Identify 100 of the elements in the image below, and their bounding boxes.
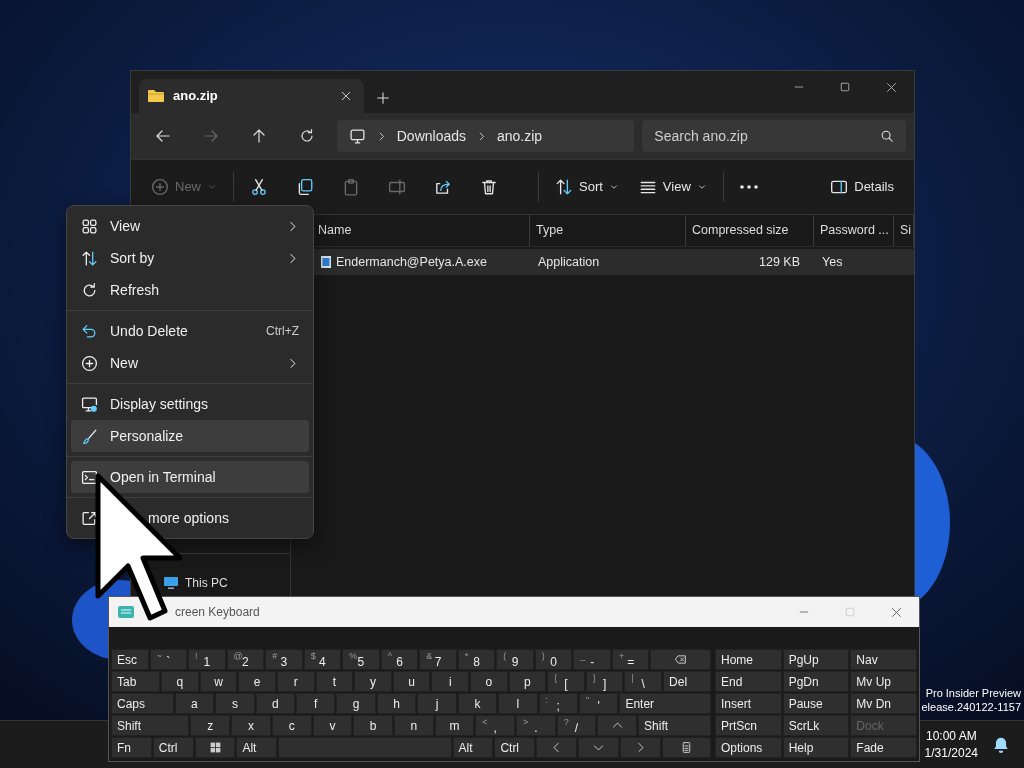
keyboard-key[interactable]: Help	[782, 737, 850, 758]
menu-item[interactable]: more options	[71, 502, 309, 534]
keyboard-key[interactable]: Del	[663, 671, 711, 692]
keyboard-key[interactable]: Options	[715, 737, 782, 758]
keyboard-key[interactable]: f	[296, 693, 336, 714]
keyboard-key[interactable]: m	[434, 715, 475, 736]
keyboard-key[interactable]: < ,	[475, 715, 515, 736]
keyboard-key[interactable]: PgUp	[782, 649, 850, 670]
keyboard-key[interactable]: ~ `	[149, 649, 188, 670]
keyboard-key[interactable]: + =	[611, 649, 650, 670]
keyboard-key[interactable]: t	[315, 671, 354, 692]
keyboard-key[interactable]: j	[417, 693, 457, 714]
keyboard-key[interactable]: c	[271, 715, 312, 736]
keyboard-key[interactable]: Esc	[111, 649, 149, 670]
folder-tab[interactable]: ano.zip	[139, 79, 364, 113]
keyboard-key[interactable]: ^ 6	[380, 649, 419, 670]
keyboard-key[interactable]: z	[190, 715, 231, 736]
keyboard-key[interactable]: Home	[715, 649, 782, 670]
keyboard-key[interactable]: l	[498, 693, 538, 714]
keyboard-key[interactable]: Insert	[715, 693, 782, 714]
keyboard-key[interactable]: Fn	[111, 737, 152, 758]
keyboard-key[interactable]: Caps	[111, 693, 174, 714]
keyboard-key[interactable]: i	[431, 671, 469, 692]
keyboard-key[interactable]: Shift	[111, 715, 190, 736]
menu-key[interactable]	[661, 737, 712, 758]
menu-item[interactable]: Open in Terminal	[71, 461, 309, 493]
keyboard-key[interactable]: # 3	[265, 649, 303, 670]
keyboard-key[interactable]: " '	[578, 693, 619, 714]
keyboard-key[interactable]: } ]	[585, 671, 624, 692]
keyboard-key[interactable]: Tab	[111, 671, 161, 692]
menu-item[interactable]: Refresh	[71, 274, 309, 306]
sidebar-item[interactable]: This PC	[185, 574, 228, 592]
keyboard-key[interactable]: a	[174, 693, 215, 714]
keyboard-key[interactable]: | \	[624, 671, 663, 692]
column-header[interactable]: Type	[530, 215, 686, 246]
breadcrumb-item[interactable]: ano.zip	[497, 125, 543, 147]
keyboard-key[interactable]: %5	[342, 649, 380, 670]
keyboard-key[interactable]: o	[470, 671, 508, 692]
keyboard-key[interactable]: PrtScn	[715, 715, 782, 736]
keyboard-key[interactable]: d	[255, 693, 295, 714]
keyboard-key[interactable]: Nav	[850, 649, 917, 670]
breadcrumb-item[interactable]: Downloads	[396, 125, 466, 147]
keyboard-key[interactable]: ScrLk	[782, 715, 850, 736]
keyboard-key[interactable]: * 8	[457, 649, 496, 670]
view-button[interactable]: View	[630, 169, 715, 205]
keyboard-key[interactable]: e	[238, 671, 276, 692]
keyboard-key[interactable]: Mv Up	[850, 671, 917, 692]
left-key[interactable]	[536, 737, 577, 758]
keyboard-key[interactable]: u	[392, 671, 431, 692]
keyboard-key[interactable]: y	[354, 671, 392, 692]
keyboard-key[interactable]: Pause	[782, 693, 850, 714]
keyboard-key[interactable]: Mv Dn	[850, 693, 917, 714]
menu-item[interactable]: Undo Delete Ctrl+Z	[71, 315, 309, 347]
keyboard-key[interactable]: x	[231, 715, 271, 736]
backspace-key[interactable]	[650, 649, 711, 670]
keyboard-key[interactable]: Ctrl	[152, 737, 194, 758]
keyboard-key[interactable]: s	[215, 693, 255, 714]
keyboard-key[interactable]: ( 9	[496, 649, 534, 670]
menu-item[interactable]: View	[71, 210, 309, 242]
keyboard-key[interactable]: _ -	[573, 649, 611, 670]
keyboard-key[interactable]: h	[376, 693, 417, 714]
column-header[interactable]: Si	[894, 215, 914, 246]
sort-button[interactable]: Sort	[547, 169, 627, 205]
keyboard-key[interactable]: End	[715, 671, 782, 692]
keyboard-key[interactable]: Shift	[638, 715, 711, 736]
column-header[interactable]: Password ...	[814, 215, 894, 246]
keyboard-key[interactable]: k	[457, 693, 498, 714]
address-bar[interactable]: Downloads ano.zip	[336, 120, 635, 152]
keyboard-key[interactable]: : ;	[538, 693, 578, 714]
keyboard-key[interactable]: q	[161, 671, 199, 692]
keyboard-key[interactable]: Alt	[236, 737, 278, 758]
windows-key[interactable]	[194, 737, 236, 758]
keyboard-key[interactable]: ) 0	[534, 649, 573, 670]
keyboard-key[interactable]: > .	[515, 715, 556, 736]
keyboard-key[interactable]: @2	[226, 649, 265, 670]
keyboard-key[interactable]: Enter	[619, 693, 711, 714]
keyboard-key[interactable]: b	[353, 715, 393, 736]
keyboard-key[interactable]: r	[276, 671, 315, 692]
details-button[interactable]: Details	[822, 169, 902, 205]
search-field[interactable]: Search ano.zip	[642, 120, 906, 152]
keyboard-key[interactable]: n	[393, 715, 434, 736]
keyboard-key[interactable]: PgDn	[782, 671, 850, 692]
keyboard-key[interactable]: & 7	[419, 649, 457, 670]
keyboard-key[interactable]: g	[336, 693, 376, 714]
column-header[interactable]: Compressed size	[686, 215, 814, 246]
keyboard-key[interactable]: { [	[547, 671, 585, 692]
keyboard-key[interactable]: $ 4	[303, 649, 342, 670]
up-key[interactable]	[597, 715, 638, 736]
bell-icon[interactable]	[992, 735, 1010, 754]
keyboard-key[interactable]: ! 1	[188, 649, 226, 670]
menu-item[interactable]: Personalize	[71, 420, 309, 452]
keyboard-key[interactable]: ? /	[556, 715, 597, 736]
menu-item[interactable]: New	[71, 347, 309, 379]
keyboard-key[interactable]: Alt	[452, 737, 494, 758]
keyboard-key[interactable]: Fade	[850, 737, 917, 758]
menu-item[interactable]: Display settings	[71, 388, 309, 420]
keyboard-key[interactable]: w	[199, 671, 238, 692]
keyboard-key[interactable]: v	[312, 715, 353, 736]
keyboard-key[interactable]: p	[508, 671, 547, 692]
keyboard-key[interactable]: Ctrl	[494, 737, 536, 758]
